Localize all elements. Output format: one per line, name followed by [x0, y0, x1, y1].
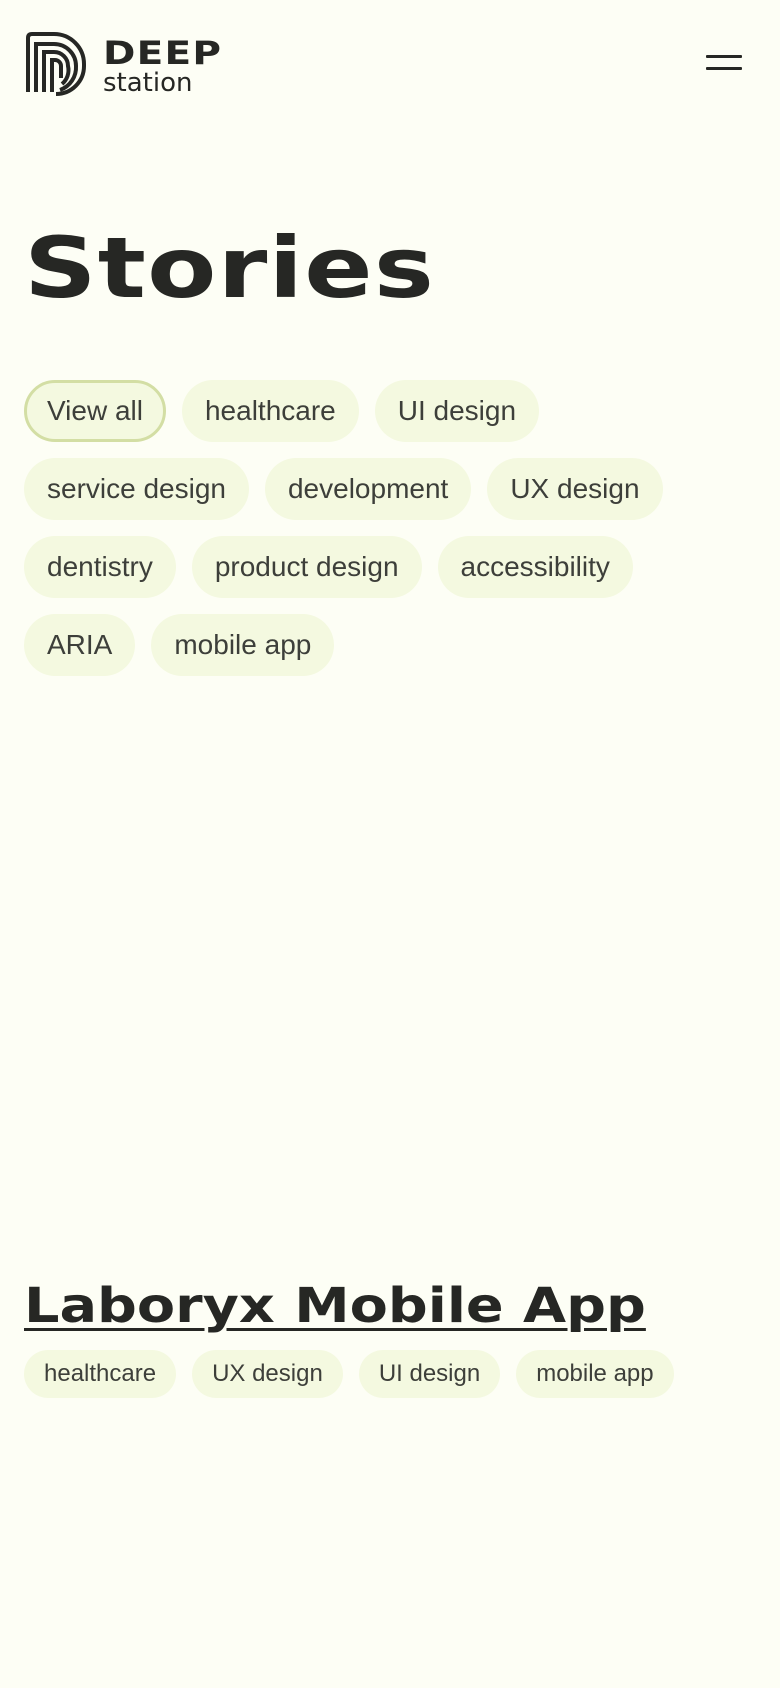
story-card: Laboryx Mobile App healthcare UX design …	[24, 1270, 754, 1398]
filter-row: service design development UX design	[24, 458, 744, 520]
menu-button[interactable]	[698, 52, 744, 78]
filter-row: dentistry product design accessibility	[24, 536, 744, 598]
filter-chip-dentistry[interactable]: dentistry	[24, 536, 176, 598]
filter-chip-ux-design[interactable]: UX design	[487, 458, 663, 520]
story-tags: healthcare UX design UI design mobile ap…	[24, 1350, 754, 1398]
filter-chip-product-design[interactable]: product design	[191, 536, 422, 598]
filter-chip-healthcare[interactable]: healthcare	[181, 380, 359, 442]
story-title-link[interactable]: Laboryx Mobile App	[24, 1270, 646, 1342]
story-tag: UX design	[192, 1350, 343, 1398]
filter-chip-development[interactable]: development	[264, 458, 472, 520]
filter-chip-mobile-app[interactable]: mobile app	[151, 614, 335, 676]
logo-word-deep: DEEP	[103, 34, 223, 72]
filter-chip-aria[interactable]: ARIA	[24, 614, 136, 676]
filter-chip-accessibility[interactable]: accessibility	[437, 536, 633, 598]
logo-link[interactable]: DEEP station	[24, 32, 221, 98]
filter-row: ARIA mobile app	[24, 614, 744, 676]
story-tag: healthcare	[24, 1350, 177, 1398]
story-filters: View all healthcare UI design service de…	[24, 380, 744, 692]
filter-chip-service-design[interactable]: service design	[24, 458, 249, 520]
filter-row: View all healthcare UI design	[24, 380, 744, 442]
filter-chip-view-all[interactable]: View all	[24, 380, 166, 442]
deep-station-logo-icon	[26, 32, 86, 96]
logo-word-station: station	[103, 68, 193, 98]
page-title: Stories	[24, 219, 436, 317]
story-tag: mobile app	[516, 1350, 674, 1398]
filter-chip-ui-design[interactable]: UI design	[374, 380, 540, 442]
logo-wordmark: DEEP station	[103, 37, 221, 98]
story-tag: UI design	[358, 1350, 501, 1398]
site-header: DEEP station	[0, 0, 780, 130]
